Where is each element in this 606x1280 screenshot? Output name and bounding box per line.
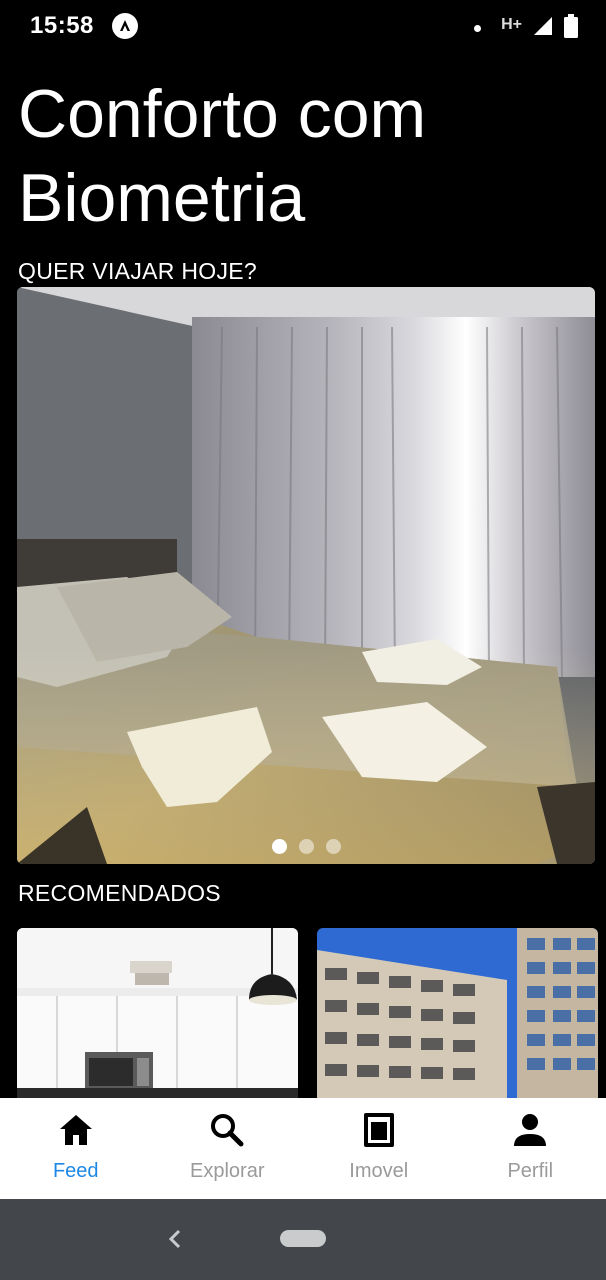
home-icon	[58, 1112, 94, 1148]
tab-imovel[interactable]: Imovel	[303, 1098, 455, 1199]
signal-icon	[532, 15, 554, 42]
section-label-recommended: RECOMENDADOS	[18, 880, 221, 906]
recommended-card[interactable]	[17, 928, 298, 1098]
bottom-tab-bar: Feed Explorar Imovel Perfil	[0, 1098, 606, 1199]
carousel-dot[interactable]	[325, 839, 341, 854]
section-label-travel: QUER VIAJAR HOJE?	[18, 258, 257, 284]
tab-label: Feed	[52, 1160, 99, 1182]
kitchen-photo	[17, 928, 298, 1098]
battery-icon	[564, 14, 578, 43]
carousel-dots	[17, 839, 595, 854]
recommended-card[interactable]	[317, 928, 598, 1098]
tab-feed[interactable]: Feed	[0, 1098, 152, 1199]
tab-label: Perfil	[507, 1160, 554, 1182]
featured-carousel[interactable]	[17, 287, 595, 864]
person-icon	[512, 1112, 548, 1148]
network-type: H+	[501, 15, 522, 33]
carousel-dot[interactable]	[298, 839, 314, 854]
property-icon	[361, 1112, 397, 1148]
tab-label: Explorar	[190, 1160, 265, 1182]
carousel-dot[interactable]	[271, 839, 287, 854]
back-icon[interactable]	[164, 1225, 186, 1253]
tab-perfil[interactable]: Perfil	[455, 1098, 606, 1199]
tab-explorar[interactable]: Explorar	[152, 1098, 304, 1199]
notification-dot-icon	[474, 25, 482, 32]
page-title: Conforto com Biometria	[18, 76, 427, 236]
status-time: 15:58	[30, 12, 94, 39]
tab-label: Imovel	[349, 1160, 409, 1182]
search-icon	[209, 1112, 245, 1148]
home-pill-button[interactable]	[280, 1230, 326, 1247]
bedroom-photo	[17, 287, 595, 864]
status-bar: 15:58 H+	[0, 0, 606, 52]
building-photo	[317, 928, 598, 1098]
status-indicators: H+	[474, 14, 578, 43]
app-notification-icon	[112, 13, 138, 39]
system-nav-bar	[0, 1199, 606, 1280]
